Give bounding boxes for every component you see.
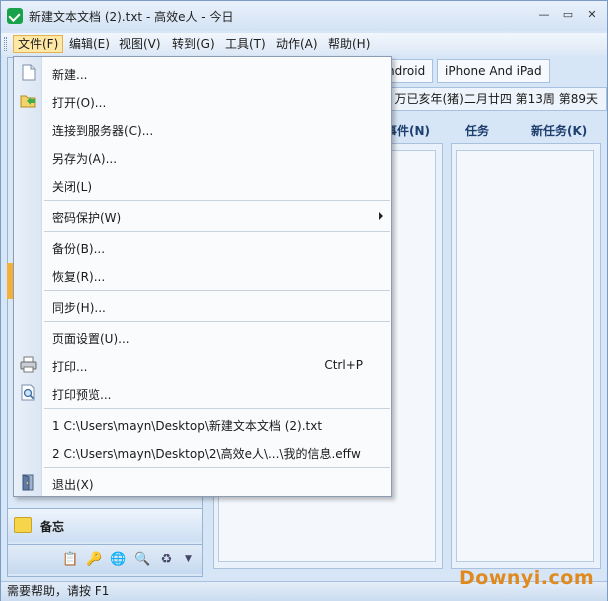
recent-file-1-label: 1 C:\Users\mayn\Desktop\新建文本文档 (2).txt [52, 419, 323, 433]
menu-print-preview[interactable]: 打印预览... [14, 379, 391, 407]
menu-separator [44, 231, 390, 232]
exit-door-icon [22, 474, 34, 491]
printer-icon [20, 356, 37, 373]
watermark-logo: Downyi.com [459, 567, 595, 589]
menu-separator [44, 467, 390, 468]
print-preview-icon [21, 384, 35, 401]
globe-icon[interactable]: 🌐 [110, 551, 127, 568]
menu-save-as-label: 另存为(A)... [52, 152, 118, 166]
open-folder-icon [20, 95, 36, 108]
menu-password-label: 密码保护(W) [52, 211, 122, 225]
menu-tools[interactable]: 工具(T) [221, 35, 270, 53]
chevron-down-icon[interactable]: ▼ [180, 551, 197, 568]
menu-save-as[interactable]: 另存为(A)... [14, 143, 391, 171]
menu-exit-label: 退出(X) [52, 478, 94, 492]
menu-close[interactable]: 关闭(L) [14, 171, 391, 199]
menu-new-label: 新建... [52, 68, 88, 82]
menubar-grip [4, 37, 7, 51]
minimize-button[interactable]: — [533, 7, 555, 23]
menu-sync[interactable]: 同步(H)... [14, 292, 391, 320]
tasks-header: 任务 [465, 124, 490, 138]
menu-backup[interactable]: 备份(B)... [14, 233, 391, 261]
print-shortcut: Ctrl+P [324, 358, 363, 372]
menu-connect-label: 连接到服务器(C)... [52, 124, 154, 138]
new-document-icon [22, 64, 36, 81]
menu-goto[interactable]: 转到(G) [168, 35, 219, 53]
menu-print-label: 打印... [52, 360, 88, 374]
menu-restore-label: 恢复(R)... [52, 270, 106, 284]
recent-file-2-label: 2 C:\Users\mayn\Desktop\2\高效e人\...\我的信息.… [52, 447, 361, 461]
menu-new[interactable]: 新建... [14, 59, 391, 87]
menu-page-setup[interactable]: 页面设置(U)... [14, 323, 391, 351]
nav-memo-button[interactable]: 备忘 [8, 508, 202, 542]
menu-password-protect[interactable]: 密码保护(W) [14, 202, 391, 230]
new-task-link[interactable]: 新任务(K) [531, 119, 587, 143]
submenu-arrow-icon [379, 212, 383, 220]
menu-view[interactable]: 视图(V) [115, 35, 165, 53]
menu-connect-server[interactable]: 连接到服务器(C)... [14, 115, 391, 143]
nav-toolbar: 📋 🔑 🌐 🔍 ♻ ▼ [8, 544, 202, 574]
menu-separator [44, 321, 390, 322]
menu-separator [44, 408, 390, 409]
app-window: 新建文本文档 (2).txt - 高效e人 - 今日 — ▭ ✕ 文件(F) 编… [0, 0, 608, 601]
menu-close-label: 关闭(L) [52, 180, 93, 194]
menu-file[interactable]: 文件(F) [13, 35, 64, 53]
clipboard-icon[interactable]: 📋 [62, 551, 79, 568]
menu-recent-file-2[interactable]: 2 C:\Users\mayn\Desktop\2\高效e人\...\我的信息.… [14, 438, 391, 466]
menu-backup-label: 备份(B)... [52, 242, 106, 256]
tab-iphone-ipad[interactable]: iPhone And iPad [437, 59, 550, 83]
menu-bar: 文件(F) 编辑(E) 视图(V) 转到(G) 工具(T) 动作(A) 帮助(H… [1, 33, 607, 55]
maximize-button[interactable]: ▭ [557, 7, 579, 23]
tasks-pane[interactable] [451, 143, 601, 569]
memo-note-icon [14, 517, 32, 533]
close-button[interactable]: ✕ [581, 7, 603, 23]
menu-page-setup-label: 页面设置(U)... [52, 332, 130, 346]
menu-recent-file-1[interactable]: 1 C:\Users\mayn\Desktop\新建文本文档 (2).txt [14, 410, 391, 438]
menu-sync-label: 同步(H)... [52, 301, 106, 315]
menu-print[interactable]: 打印... Ctrl+P [14, 351, 391, 379]
menu-open-label: 打开(O)... [52, 96, 107, 110]
key-icon[interactable]: 🔑 [86, 551, 103, 568]
menu-exit[interactable]: 退出(X) [14, 469, 391, 497]
tasks-list[interactable] [456, 150, 594, 562]
menu-separator [44, 290, 390, 291]
menu-print-preview-label: 打印预览... [52, 388, 112, 402]
menu-action[interactable]: 动作(A) [272, 35, 322, 53]
file-menu-dropdown: 新建... 打开(O)... 连接到服务器(C)... 另存为(A)... 关闭… [13, 56, 392, 497]
sync-icon[interactable]: ♻ [158, 551, 175, 568]
search-icon[interactable]: 🔍 [134, 551, 151, 568]
nav-memo-label: 备忘 [40, 520, 65, 534]
window-title: 新建文本文档 (2).txt - 高效e人 - 今日 [29, 10, 234, 24]
menu-restore[interactable]: 恢复(R)... [14, 261, 391, 289]
app-check-icon [7, 8, 23, 24]
menu-help[interactable]: 帮助(H) [324, 35, 374, 53]
menu-edit[interactable]: 编辑(E) [65, 35, 114, 53]
title-bar: 新建文本文档 (2).txt - 高效e人 - 今日 — ▭ ✕ [1, 1, 607, 31]
menu-open[interactable]: 打开(O)... [14, 87, 391, 115]
menu-separator [44, 200, 390, 201]
